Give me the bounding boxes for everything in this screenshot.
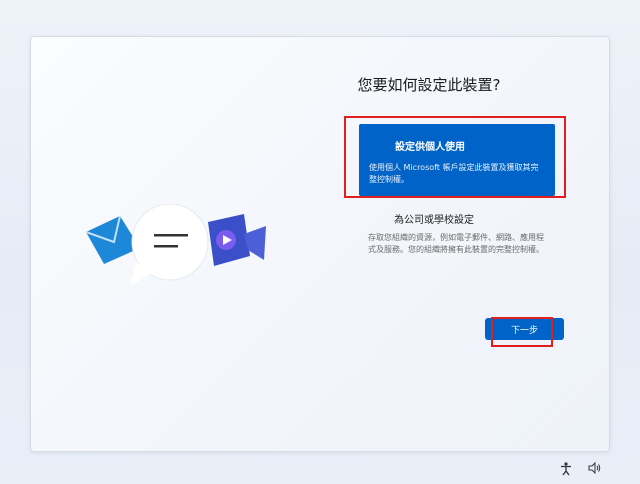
option-work-description: 存取您組織的資源，例如電子郵件、網路、應用程式及服務。您的組織將擁有此裝置的完整…	[368, 233, 544, 254]
highlight-box	[344, 116, 566, 198]
illustration	[85, 204, 266, 286]
page-title: 您要如何設定此裝置?	[357, 76, 501, 94]
video-call-icon	[208, 214, 266, 266]
volume-icon[interactable]	[588, 462, 602, 474]
option-work-title: 為公司或學校設定	[394, 215, 474, 226]
chat-bubble-icon	[130, 204, 209, 286]
highlight-box	[491, 317, 553, 347]
accessibility-icon[interactable]	[560, 462, 572, 476]
option-work-school[interactable]: 為公司或學校設定 存取您組織的資源，例如電子郵件、網路、應用程式及服務。您的組織…	[368, 211, 548, 256]
